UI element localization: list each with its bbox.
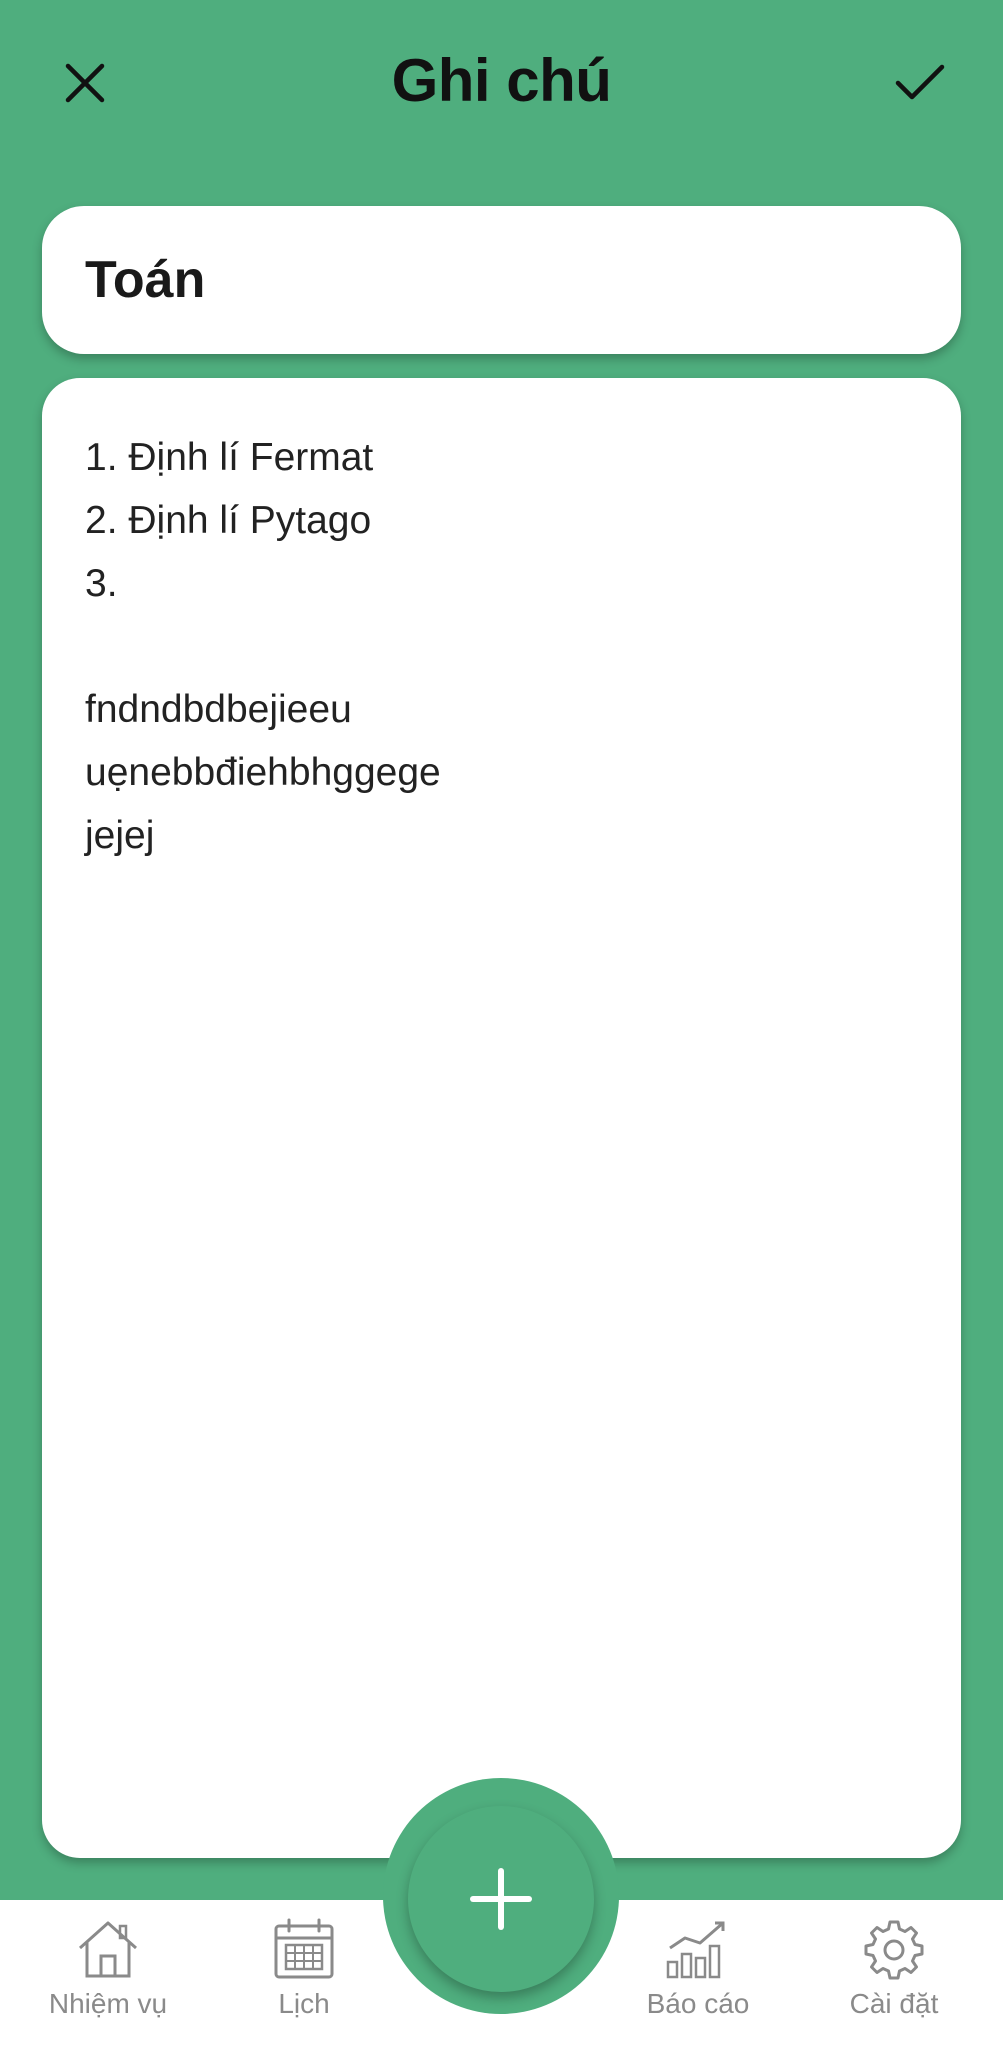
note-editor[interactable]: 1. Định lí Fermat 2. Định lí Pytago 3. f… xyxy=(42,378,961,1858)
nav-item-calendar[interactable]: Lịch xyxy=(214,1918,394,2020)
note-line: fndndbdbejieeu xyxy=(85,688,352,731)
nav-label: Cài đặt xyxy=(849,1988,939,2019)
gear-icon xyxy=(864,1920,924,1980)
plus-icon xyxy=(470,1868,532,1930)
nav-item-settings[interactable]: Cài đặt xyxy=(804,1918,984,2020)
bar-chart-icon xyxy=(666,1921,725,1979)
nav-label: Nhiệm vụ xyxy=(48,1988,168,2019)
save-button[interactable] xyxy=(875,38,965,128)
subject-text: Toán xyxy=(85,251,206,309)
note-line: 1. Định lí Fermat xyxy=(85,436,374,479)
subject-field[interactable]: Toán xyxy=(42,206,961,354)
note-line: uẹnebbđiehbhggege xyxy=(85,751,441,794)
page-title: Ghi chú xyxy=(391,47,612,114)
nav-label: Báo cáo xyxy=(646,1988,750,2019)
check-icon xyxy=(895,64,945,100)
nav-item-tasks[interactable]: Nhiệm vụ xyxy=(18,1918,198,2020)
nav-label: Lịch xyxy=(278,1988,330,2019)
nav-item-report[interactable]: Báo cáo xyxy=(608,1918,788,2020)
calendar-icon xyxy=(274,1918,334,1979)
add-button[interactable] xyxy=(408,1806,594,1992)
app-header: Ghi chú xyxy=(0,0,1003,170)
note-line xyxy=(85,615,918,678)
note-line: jejej xyxy=(85,814,155,857)
home-icon xyxy=(79,1921,137,1978)
note-line: 3. xyxy=(85,562,118,605)
note-line: 2. Định lí Pytago xyxy=(85,499,372,542)
